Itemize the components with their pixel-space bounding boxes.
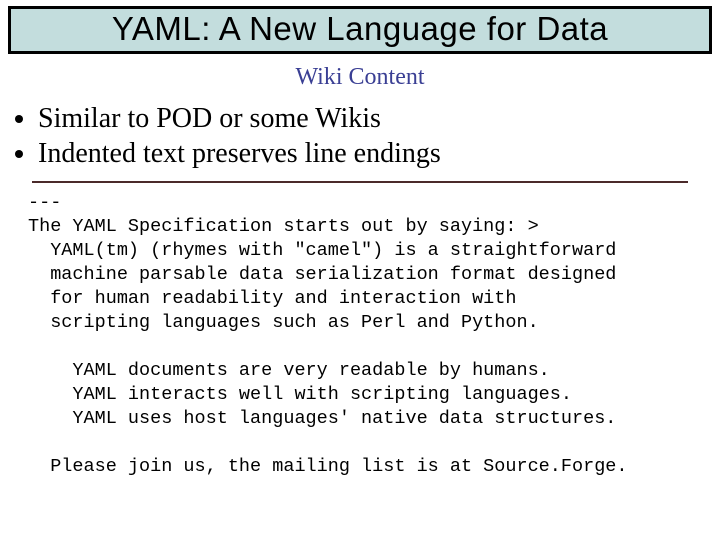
list-item: Indented text preserves line endings xyxy=(38,136,712,171)
bullet-list: Similar to POD or some Wikis Indented te… xyxy=(8,101,712,171)
title-bar: YAML: A New Language for Data xyxy=(8,6,712,54)
slide: YAML: A New Language for Data Wiki Conte… xyxy=(0,0,720,540)
list-item: Similar to POD or some Wikis xyxy=(38,101,712,136)
slide-title: YAML: A New Language for Data xyxy=(19,9,701,49)
horizontal-rule xyxy=(32,181,688,183)
slide-subtitle: Wiki Content xyxy=(8,64,712,91)
code-block: --- The YAML Specification starts out by… xyxy=(28,191,712,480)
